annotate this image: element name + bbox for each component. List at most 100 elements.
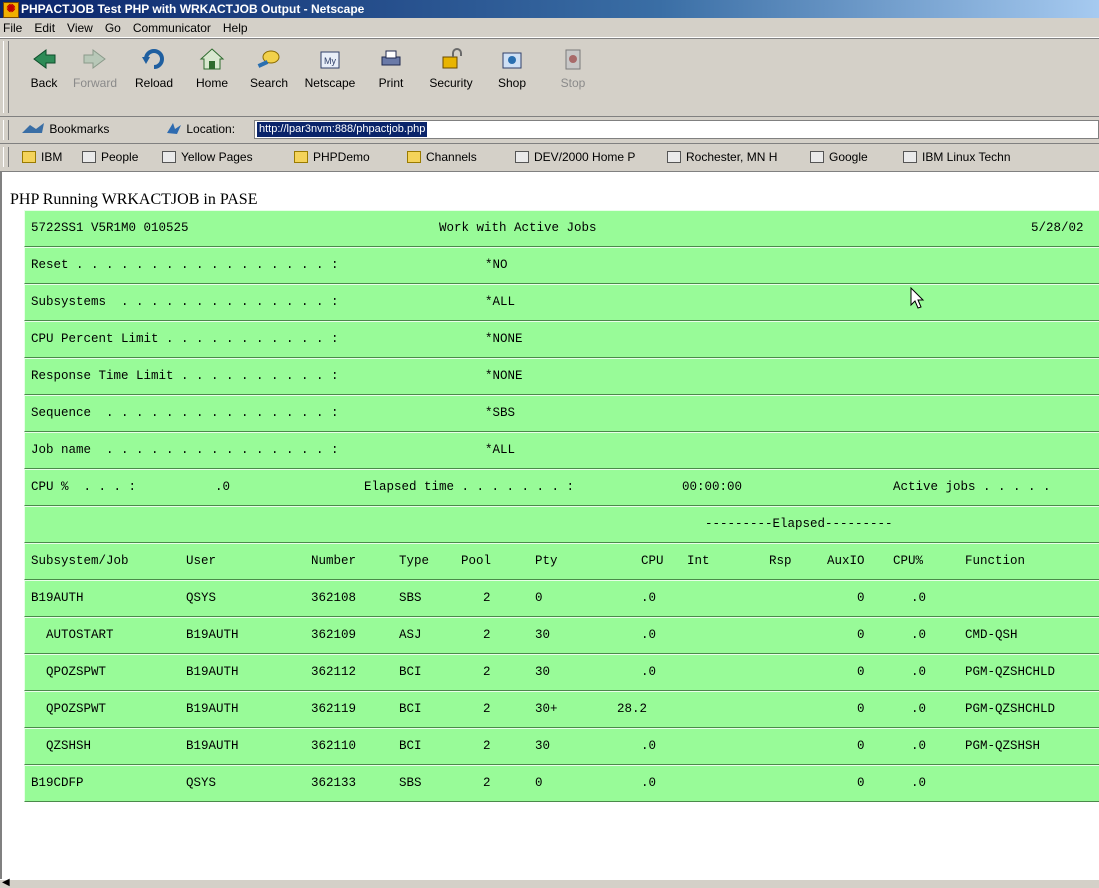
navigation-toolbar: Back Forward Reload Home Search My Netsc… [0,38,1099,117]
job-pty: 0 [535,776,543,790]
bookmark-dev2000[interactable]: DEV/2000 Home P [515,150,635,164]
job-row: B19AUTH QSYS 362108 SBS 2 0 .0 0 .0 [24,580,1099,617]
job-pty: 0 [535,591,543,605]
bookmark-label: IBM [41,150,63,164]
stop-icon [559,47,587,71]
job-type: SBS [399,591,422,605]
job-number: 362112 [311,665,357,679]
elapsed-time-value: 00:00:00 [682,480,743,494]
bookmark-label: DEV/2000 Home P [534,150,636,164]
job-function: CMD-QSH [965,628,1018,642]
job-auxio: 0 [857,591,865,605]
stop-button[interactable]: Stop [544,45,602,101]
bookmark-people[interactable]: People [82,150,138,164]
bookmark-label: PHPDemo [313,150,370,164]
shop-button[interactable]: Shop [483,45,541,101]
job-user: QSYS [186,776,217,790]
back-button[interactable]: Back [15,45,73,101]
window-title-bar[interactable]: ✺ PHPACTJOB Test PHP with WRKACTJOB Outp… [0,0,1099,18]
bookmarks-button[interactable]: Bookmarks [20,121,109,136]
menu-go[interactable]: Go [99,18,127,35]
screen-header-row: 5722SS1 V5R1M0 010525 Work with Active J… [24,210,1099,247]
job-pty: 30 [535,628,551,642]
page-icon [903,151,917,163]
bookmark-channels[interactable]: Channels [407,150,477,164]
param-value: *ALL [485,443,516,457]
param-label: Response Time Limit . . . . . . . . . . … [31,369,339,383]
security-button[interactable]: Security [422,45,480,101]
security-label: Security [429,76,473,90]
job-user: B19AUTH [186,665,239,679]
job-function: PGM-QZSHCHLD [965,665,1056,679]
location-toolbar: Bookmarks Location: http://lpar3nvm:888/… [0,117,1099,144]
bookmark-rochester[interactable]: Rochester, MN H [667,150,777,164]
col-auxio: AuxIO [827,554,865,568]
job-function: PGM-QZSHCHLD [965,702,1056,716]
menu-view[interactable]: View [61,18,99,35]
job-name: QZSHSH [31,739,92,753]
param-row-sequence: Sequence . . . . . . . . . . . . . . . :… [24,395,1099,432]
job-number: 362110 [311,739,357,753]
job-type: BCI [399,702,422,716]
toolbar-grip[interactable] [3,41,9,113]
bookmark-label: People [101,150,139,164]
job-auxio: 0 [857,776,865,790]
job-function: PGM-QZSHSH [965,739,1041,753]
bookmark-ibm-linux[interactable]: IBM Linux Techn [903,150,1011,164]
menu-file[interactable]: File [0,18,28,35]
back-arrow-icon [30,47,58,71]
bookmark-google[interactable]: Google [810,150,868,164]
bookmark-ibm[interactable]: IBM [22,150,62,164]
menu-communicator[interactable]: Communicator [127,18,217,35]
reload-button[interactable]: Reload [125,45,183,101]
home-button[interactable]: Home [183,45,241,101]
job-pool: 2 [483,702,491,716]
col-subsystem-job: Subsystem/Job [31,554,129,568]
shop-icon [498,47,526,71]
cpu-percent-label: CPU % . . . : [31,480,137,494]
search-button[interactable]: Search [240,45,298,101]
job-user: B19AUTH [186,739,239,753]
search-icon [255,47,283,71]
shop-label: Shop [497,76,527,90]
reload-label: Reload [134,76,174,90]
job-row: B19CDFP QSYS 362133 SBS 2 0 .0 0 .0 [24,765,1099,802]
elapsed-banner: ---------Elapsed--------- [705,517,893,531]
print-button[interactable]: Print [362,45,420,101]
job-cpu: .0 [641,776,657,790]
param-value: *ALL [485,295,516,309]
param-label: Job name . . . . . . . . . . . . . . . : [31,443,339,457]
personal-grip[interactable] [3,147,9,167]
location-grip[interactable] [3,120,9,140]
bookmark-label: Google [829,150,868,164]
menu-help[interactable]: Help [217,18,254,35]
param-value: *SBS [485,406,516,420]
url-input[interactable]: http://lpar3nvm:888/phpactjob.php [254,120,1099,139]
job-cpu: .0 [641,739,657,753]
page-title: PHP Running WRKACTJOB in PASE [10,191,258,208]
job-auxio: 0 [857,628,865,642]
job-cpu-pct: .0 [911,628,927,642]
param-label: CPU Percent Limit . . . . . . . . . . . … [31,332,339,346]
job-name: QPOZSPWT [31,702,107,716]
job-pool: 2 [483,665,491,679]
param-label: Subsystems . . . . . . . . . . . . . . : [31,295,339,309]
page-content[interactable]: PHP Running WRKACTJOB in PASE 5722SS1 V5… [0,172,1099,879]
forward-button[interactable]: Forward [66,45,124,101]
param-label: Reset . . . . . . . . . . . . . . . . . … [31,258,339,272]
bookmark-yellow-pages[interactable]: Yellow Pages [162,150,253,164]
folder-icon [294,151,308,163]
menu-bar: File Edit View Go Communicator Help [0,18,1099,38]
bookmark-phpdemo[interactable]: PHPDemo [294,150,370,164]
folder-icon [407,151,421,163]
elapsed-time-label: Elapsed time . . . . . . . : [364,480,575,494]
menu-edit[interactable]: Edit [28,18,61,35]
job-pool: 2 [483,628,491,642]
col-pool: Pool [461,554,492,568]
netscape-button[interactable]: My Netscape [298,45,362,101]
bookmark-label: IBM Linux Techn [922,150,1011,164]
screen-date: 5/28/02 [1031,221,1084,235]
job-type: BCI [399,739,422,753]
job-auxio: 0 [857,739,865,753]
window-title: PHPACTJOB Test PHP with WRKACTJOB Output… [21,2,365,16]
